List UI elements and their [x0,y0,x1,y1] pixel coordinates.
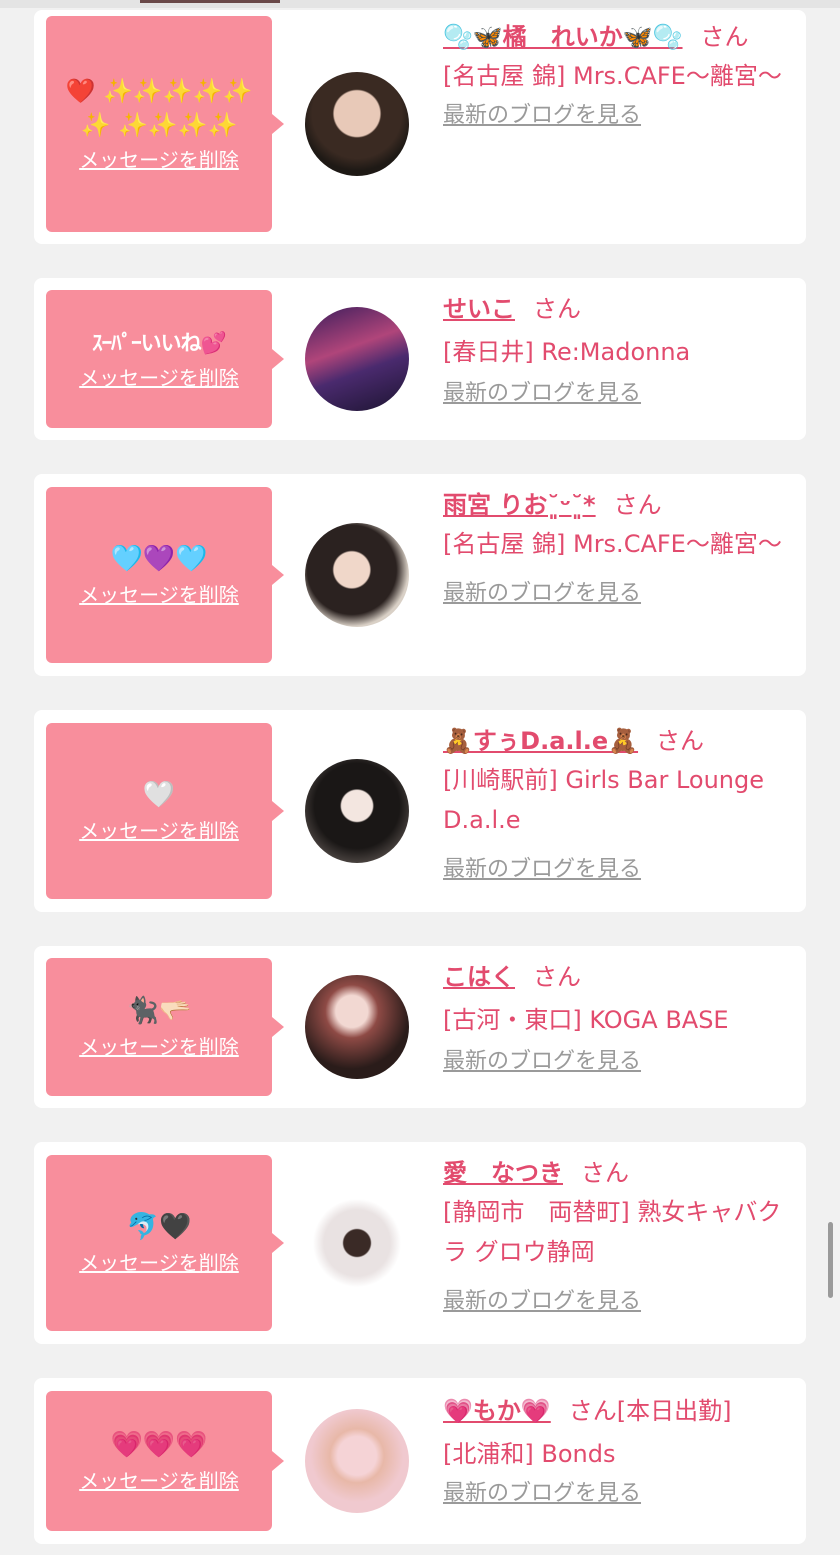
avatar[interactable] [305,307,409,411]
delete-message-link[interactable]: メッセージを削除 [79,1249,239,1277]
list-item: 🩵💜🩵 メッセージを削除 雨宮 りお˘͈ᵕ˘͈* さん [名古屋 錦] Mrs.C… [34,474,806,676]
message-bubble: 🤍 メッセージを削除 [46,723,284,899]
shop-name: [春日井] Re:Madonna [443,338,691,366]
top-bar [0,0,840,8]
avatar[interactable] [305,759,409,863]
list-item: 🤍 メッセージを削除 🧸すぅD.a.l.e🧸 さん [川崎駅前] Girls Ba… [34,710,806,912]
shop-name: [静岡市 両替町] 熟女キャバクラ グロウ静岡 [443,1198,782,1266]
honorific: さん [533,963,581,991]
cast-name-link[interactable]: せいこ [443,295,515,323]
message-text: 🐈‍⬛🫳🏻 [126,996,192,1026]
delete-message-link[interactable]: メッセージを削除 [79,1467,239,1495]
honorific: さん [533,295,581,323]
shop-name: [北浦和] Bonds [443,1440,616,1468]
message-bubble: 💗💗💗 メッセージを削除 [46,1391,284,1531]
cast-name-link[interactable]: 💗もか💗 [443,1397,551,1425]
message-text: ❤️ ✨✨✨✨✨✨ ✨✨✨✨ [65,77,253,139]
avatar[interactable] [305,1191,409,1295]
avatar[interactable] [305,1409,409,1513]
name-line: せいこ さん [443,290,793,328]
name-line: 🧸すぅD.a.l.e🧸 さん [443,722,793,760]
cast-name-link[interactable]: 🧸すぅD.a.l.e🧸 [443,727,638,755]
delete-message-link[interactable]: メッセージを削除 [79,1033,239,1061]
shop-name: [古河・東口] KOGA BASE [443,1006,729,1034]
cast-name-link[interactable]: こはく [443,963,515,991]
name-line: こはく さん [443,958,793,996]
message-bubble: ❤️ ✨✨✨✨✨✨ ✨✨✨✨ メッセージを削除 [46,16,284,232]
latest-blog-link[interactable]: 最新のブログを見る [443,1478,793,1510]
cast-name-link[interactable]: 雨宮 りお˘͈ᵕ˘͈* [443,491,596,519]
honorific: さん [568,1397,617,1425]
delete-message-link[interactable]: メッセージを削除 [79,581,239,609]
latest-blog-link[interactable]: 最新のブログを見る [443,1046,793,1078]
delete-message-link[interactable]: メッセージを削除 [79,146,239,174]
message-bubble: 🐬🖤 メッセージを削除 [46,1155,284,1331]
latest-blog-link[interactable]: 最新のブログを見る [443,378,793,410]
honorific: さん [613,491,662,519]
honorific: さん [656,727,705,755]
attendance-badge: [本日出勤] [616,1397,732,1425]
scrollbar[interactable] [828,1222,833,1298]
message-text: 🤍 [142,780,176,810]
list-item: 💗💗💗 メッセージを削除 💗もか💗 さん[本日出勤] [北浦和] Bonds 最新… [34,1378,806,1544]
name-line: 愛 なつき さん [443,1154,793,1192]
honorific: さん [581,1159,629,1187]
message-text: 🩵💜🩵 [110,544,208,574]
latest-blog-link[interactable]: 最新のブログを見る [443,1286,793,1318]
message-bubble: 🩵💜🩵 メッセージを削除 [46,487,284,663]
message-text: 🐬🖤 [126,1212,192,1242]
cast-name-link[interactable]: 🫧🦋橘 れいか🦋🫧 [443,23,683,51]
delete-message-link[interactable]: メッセージを削除 [79,364,239,392]
avatar[interactable] [305,523,409,627]
shop-name: [名古屋 錦] Mrs.CAFE～離宮～ [443,62,782,90]
latest-blog-link[interactable]: 最新のブログを見る [443,100,793,132]
name-line: 💗もか💗 さん[本日出勤] [443,1392,793,1430]
shop-name: [名古屋 錦] Mrs.CAFE～離宮～ [443,530,782,558]
message-bubble: 🐈‍⬛🫳🏻 メッセージを削除 [46,958,284,1096]
latest-blog-link[interactable]: 最新のブログを見る [443,578,793,610]
avatar[interactable] [305,72,409,176]
cast-name-link[interactable]: 愛 なつき [443,1159,563,1187]
delete-message-link[interactable]: メッセージを削除 [79,817,239,845]
list-item: 🐬🖤 メッセージを削除 愛 なつき さん [静岡市 両替町] 熟女キャバクラ グロ… [34,1142,806,1344]
honorific: さん [700,23,749,51]
message-text: 💗💗💗 [110,1430,208,1460]
list-item: ｽｰﾊﾟｰいいね💕 メッセージを削除 せいこ さん [春日井] Re:Madonn… [34,278,806,440]
active-tab-indicator [140,0,280,3]
message-text: ｽｰﾊﾟｰいいね💕 [92,331,227,355]
list-item: ❤️ ✨✨✨✨✨✨ ✨✨✨✨ メッセージを削除 🫧🦋橘 れいか🦋🫧 さん [名古屋… [34,10,806,244]
list-item: 🐈‍⬛🫳🏻 メッセージを削除 こはく さん [古河・東口] KOGA BASE 最… [34,946,806,1108]
message-bubble: ｽｰﾊﾟｰいいね💕 メッセージを削除 [46,290,284,428]
name-line: 🫧🦋橘 れいか🦋🫧 さん [443,18,793,56]
name-line: 雨宮 りお˘͈ᵕ˘͈* さん [443,486,793,524]
shop-name: [川崎駅前] Girls Bar Lounge D.a.l.e [443,766,765,834]
avatar[interactable] [305,975,409,1079]
latest-blog-link[interactable]: 最新のブログを見る [443,854,793,886]
